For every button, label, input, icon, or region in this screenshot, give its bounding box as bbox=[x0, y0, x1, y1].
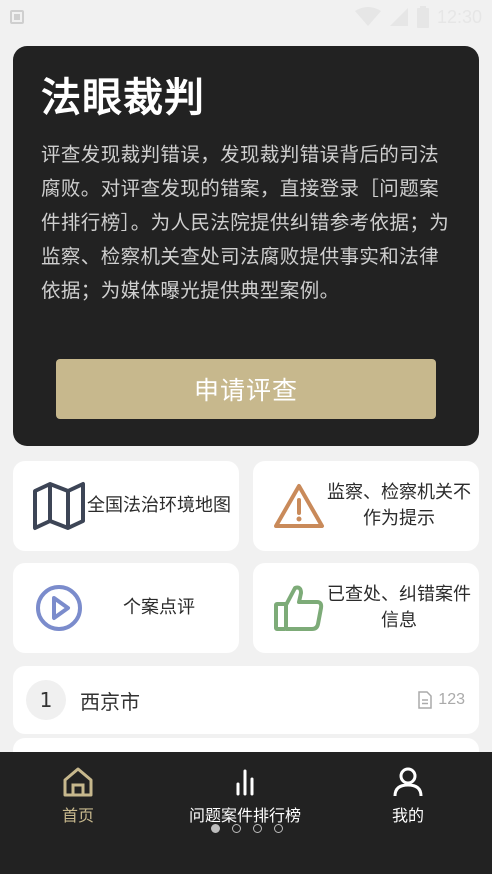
wifi-icon bbox=[354, 7, 381, 26]
status-bar: 12:30 bbox=[0, 0, 492, 34]
nav-label: 我的 bbox=[392, 806, 425, 825]
user-icon bbox=[393, 767, 423, 797]
notification-icon bbox=[10, 10, 24, 24]
city-name: 西京市 bbox=[80, 689, 140, 714]
feature-card-corrected-cases[interactable]: 已查处、纠错案件信息 bbox=[253, 563, 479, 653]
feature-card-map[interactable]: 全国法治环境地图 bbox=[13, 461, 239, 551]
count-value: 123 bbox=[438, 691, 465, 708]
nav-label: 问题案件排行榜 bbox=[189, 806, 302, 825]
thumbs-up-icon bbox=[271, 580, 327, 636]
warning-icon bbox=[271, 478, 327, 534]
status-icons: 12:30 bbox=[354, 6, 482, 28]
nav-item-mine[interactable]: 我的 bbox=[392, 766, 424, 826]
feature-card-case-review[interactable]: 个案点评 bbox=[13, 563, 239, 653]
feature-label: 监察、检察机关不作为提示 bbox=[327, 482, 471, 529]
feature-label: 个案点评 bbox=[123, 597, 195, 618]
nav-item-home[interactable]: 首页 bbox=[62, 766, 94, 826]
hero-card: 法眼裁判 评查发现裁判错误，发现裁判错误背后的司法腐败。对评查发现的错案，直接登… bbox=[13, 46, 479, 446]
apply-review-button[interactable]: 申请评查 bbox=[56, 359, 436, 419]
bottom-nav: 首页 问题案件排行榜 我的 bbox=[0, 752, 492, 874]
hero-title: 法眼裁判 bbox=[41, 75, 205, 121]
page-dot[interactable] bbox=[253, 824, 262, 833]
hero-description: 评查发现裁判错误，发现裁判错误背后的司法腐败。对评查发现的错案，直接登录［问题案… bbox=[41, 143, 450, 302]
page-dot[interactable] bbox=[274, 824, 283, 833]
list-item[interactable]: 1 西京市 123 bbox=[13, 666, 479, 734]
feature-label: 已查处、纠错案件信息 bbox=[327, 584, 471, 631]
play-icon bbox=[31, 580, 87, 636]
home-icon bbox=[63, 767, 93, 797]
page-indicator bbox=[211, 824, 283, 833]
document-icon bbox=[418, 691, 433, 709]
feature-label: 全国法治环境地图 bbox=[87, 495, 231, 516]
signal-icon bbox=[389, 8, 408, 26]
status-time: 12:30 bbox=[436, 6, 482, 27]
bar-chart-icon bbox=[236, 769, 254, 796]
nav-item-ranking[interactable]: 问题案件排行榜 bbox=[189, 766, 301, 826]
map-icon bbox=[31, 478, 87, 534]
page-dot[interactable] bbox=[232, 824, 241, 833]
battery-icon bbox=[416, 6, 429, 28]
feature-card-warning[interactable]: 监察、检察机关不作为提示 bbox=[253, 461, 479, 551]
case-count: 123 bbox=[418, 691, 465, 709]
nav-label: 首页 bbox=[62, 806, 95, 825]
page-dot[interactable] bbox=[211, 824, 220, 833]
rank-badge: 1 bbox=[26, 680, 66, 720]
